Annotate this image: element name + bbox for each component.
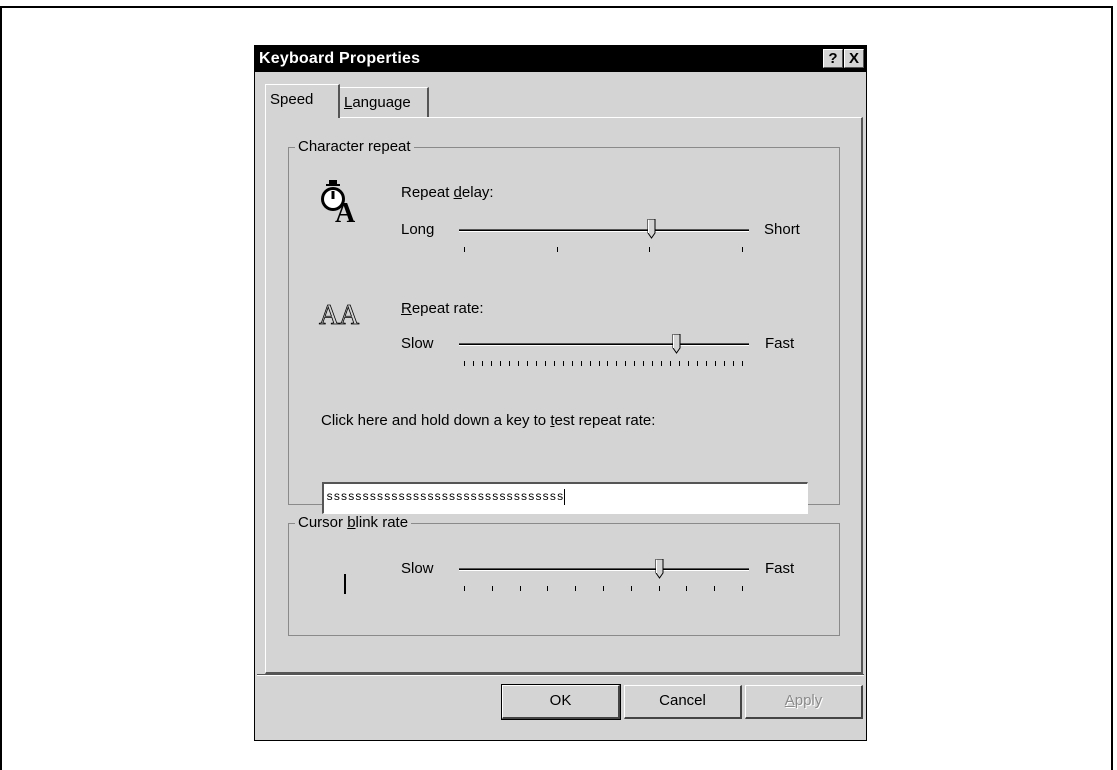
repeat-delay-track <box>459 229 749 232</box>
slider-tick <box>535 361 537 366</box>
cursor-blink-min-label: Slow <box>401 560 434 577</box>
slider-tick <box>603 586 604 591</box>
tab-language[interactable]: Language <box>339 87 429 117</box>
slider-tick <box>562 361 564 366</box>
slider-tick <box>526 361 528 366</box>
svg-text:A: A <box>339 300 360 330</box>
slider-tick <box>742 586 743 591</box>
slider-tick <box>742 361 743 366</box>
slider-tick <box>697 361 699 366</box>
tab-language-label: Language <box>344 94 411 111</box>
speed-tab-panel: Character repeat A Repeat delay: Long Sh… <box>265 117 863 674</box>
slider-tick <box>670 361 672 366</box>
slider-tick <box>652 361 654 366</box>
text-caret <box>563 488 565 505</box>
svg-text:A: A <box>335 198 356 224</box>
slider-tick <box>519 586 521 591</box>
repeat-rate-track <box>459 343 749 346</box>
slider-tick <box>571 361 573 366</box>
slider-tick <box>733 361 735 366</box>
slider-tick <box>556 247 558 252</box>
svg-text:A: A <box>319 300 340 330</box>
cursor-blink-max-label: Fast <box>765 560 795 577</box>
test-repeat-label: Click here and hold down a key to test r… <box>321 412 656 429</box>
slider-tick <box>464 247 465 252</box>
test-repeat-input[interactable]: sssssssssssssssssssssssssssssssss <box>322 482 808 514</box>
slider-tick <box>616 361 618 366</box>
slider-tick <box>547 586 549 591</box>
slider-tick <box>715 361 717 366</box>
ok-button[interactable]: OK <box>501 684 621 720</box>
slider-tick <box>688 361 690 366</box>
repeat-delay-slider-thumb[interactable] <box>647 219 656 239</box>
window-title: Keyboard Properties <box>259 50 421 67</box>
character-repeat-group: Character repeat A Repeat delay: Long Sh… <box>288 138 840 505</box>
slider-tick <box>598 361 600 366</box>
slider-tick <box>575 586 577 591</box>
slider-tick <box>679 361 681 366</box>
repeat-delay-label: Repeat delay: <box>401 184 494 201</box>
slider-tick <box>517 361 519 366</box>
slider-tick <box>589 361 591 366</box>
repeat-rate-min-label: Slow <box>401 335 434 352</box>
slider-tick <box>630 586 632 591</box>
slider-tick <box>472 361 474 366</box>
repeat-rate-max-label: Fast <box>765 335 795 352</box>
slider-tick <box>724 361 726 366</box>
slider-tick <box>714 586 716 591</box>
slider-tick <box>491 586 493 591</box>
text-cursor-icon <box>344 574 346 594</box>
button-separator <box>257 674 864 676</box>
help-button[interactable]: ? <box>823 49 843 68</box>
slider-tick <box>508 361 510 366</box>
slider-tick <box>490 361 492 366</box>
tab-speed[interactable]: Speed <box>265 84 340 118</box>
cursor-blink-slider-thumb[interactable] <box>655 559 664 579</box>
slider-tick <box>661 361 663 366</box>
repeat-delay-min-label: Long <box>401 221 435 238</box>
title-bar[interactable]: Keyboard Properties ? X <box>255 46 866 72</box>
stopwatch-letter-a-icon: A <box>321 180 356 224</box>
character-repeat-legend: Character repeat <box>295 138 414 155</box>
slider-tick <box>742 247 743 252</box>
close-button[interactable]: X <box>844 49 864 68</box>
cancel-button[interactable]: Cancel <box>624 685 742 719</box>
slider-tick <box>607 361 609 366</box>
repeated-letter-a-icon: A A <box>319 300 361 330</box>
slider-tick <box>580 361 582 366</box>
slider-tick <box>658 586 660 591</box>
keyboard-properties-dialog: Keyboard Properties ? X Speed Language C… <box>254 45 867 741</box>
repeat-rate-label: Repeat rate: <box>401 300 484 317</box>
slider-tick <box>544 361 546 366</box>
tab-speed-label: Speed <box>270 91 314 108</box>
slider-tick <box>625 361 627 366</box>
slider-tick <box>499 361 501 366</box>
tab-language-rest: anguage <box>352 94 411 111</box>
test-repeat-value: sssssssssssssssssssssssssssssssss <box>326 490 564 504</box>
slider-tick <box>686 586 688 591</box>
slider-tick <box>634 361 636 366</box>
slider-tick <box>464 361 465 366</box>
slider-tick <box>481 361 483 366</box>
slider-tick <box>464 586 465 591</box>
slider-tick <box>553 361 555 366</box>
apply-button[interactable]: Apply <box>745 685 863 719</box>
cursor-blink-group: Cursor blink rate Slow Fast <box>288 514 840 636</box>
slider-tick <box>706 361 708 366</box>
slider-tick <box>649 247 651 252</box>
cursor-blink-track <box>459 568 749 571</box>
cursor-blink-legend: Cursor blink rate <box>295 514 412 531</box>
slider-tick <box>643 361 645 366</box>
repeat-delay-max-label: Short <box>764 221 800 238</box>
repeat-rate-slider-thumb[interactable] <box>672 334 681 354</box>
